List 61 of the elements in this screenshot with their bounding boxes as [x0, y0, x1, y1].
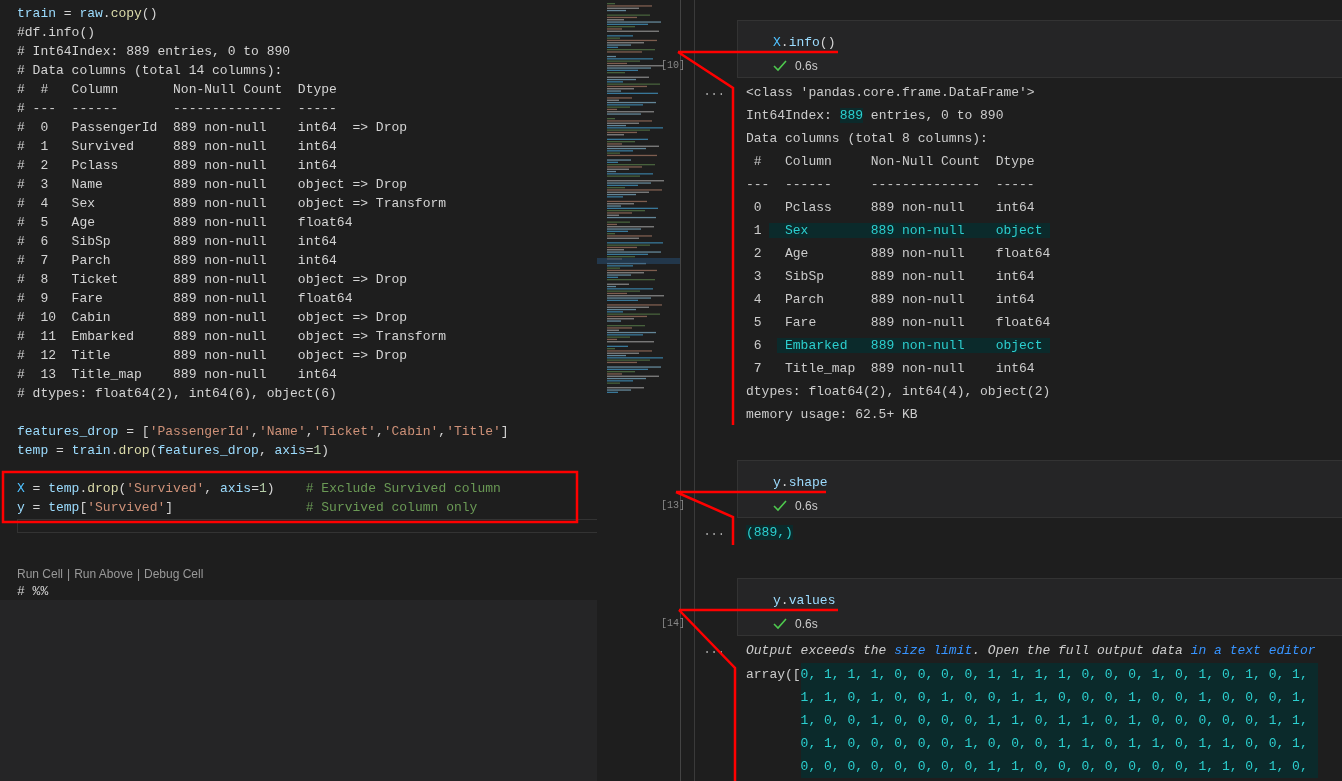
- codelens-link[interactable]: Debug Cell: [144, 566, 204, 582]
- run-duration: 0.6s: [795, 616, 818, 631]
- array-output: 0, 1, 1, 1, 0, 0, 0, 0, 1, 1, 1, 1, 0, 0, 0, 1, 0, 1, 0, 1, 0, 1, 1, 1, 0, 1, 0, 0, 1, 0, 0, 1, 1, 0, 0, 0, 1, 0, 0, 1, 0, 0, 0, 1, 1, 0, 0, 1, 0, 0, 0, 0, 1, 1, 0, 1, 1, 0, 1, 0, 0, 0, 0, 0, 1, 1, 0, 1, 0, 0, 0, 0, 0, 1, 0, 0, 0, 1, 1, 0, 1, 1, 0, 1, 1, 0, 0, 1, 0, 0, 0, 0, 0, 0, 0, 0, 1, 1, 0, 0, 0, 0, 0, 0, 0, 1, 1, 0, 1, 0,: [800, 663, 1318, 778]
- code-line: # 10 Cabin 889 non-null object => Drop: [17, 309, 409, 327]
- code-line: features_drop = ['PassengerId','Name','Ticket','Cabin','Title']: [17, 423, 510, 441]
- code-line: # 7 Parch 889 non-null int64: [17, 252, 338, 270]
- execution-count: [10]: [661, 60, 685, 71]
- cell-source: X.info(): [773, 34, 836, 52]
- code-line: # 9 Fare 889 non-null float64: [17, 290, 354, 308]
- code-line: # 11 Embarked 889 non-null object => Transform: [17, 328, 448, 346]
- codelens-link[interactable]: Run Cell: [17, 566, 64, 582]
- output-line: 5 Fare 889 non-null float64: [752, 314, 1051, 332]
- code-line: # Int64Index: 889 entries, 0 to 890: [17, 43, 292, 61]
- output-line: 4 Parch 889 non-null int64: [752, 291, 1035, 309]
- code-line: # %%: [17, 583, 50, 601]
- code-line: # 2 Pclass 889 non-null int64: [17, 157, 338, 175]
- separator: |: [136, 566, 140, 582]
- output-line: dtypes: float64(2), int64(4), object(2): [746, 383, 1051, 401]
- output-size-notice: Output exceeds the size limit. Open the full output data in a text editor: [746, 642, 1317, 660]
- output-line: <class 'pandas.core.frame.DataFrame'>: [746, 84, 1035, 102]
- output-line: Data columns (total 8 columns):: [746, 130, 988, 148]
- output-line: 2 Age 889 non-null float64: [752, 245, 1051, 263]
- output-line: 7 Title_map 889 non-null int64: [752, 360, 1035, 378]
- code-line: # 8 Ticket 889 non-null object => Drop: [17, 271, 409, 289]
- notice-link[interactable]: in a text editor: [1190, 643, 1316, 658]
- code-line: # 6 SibSp 889 non-null int64: [17, 233, 338, 251]
- output-line: 3 SibSp 889 non-null int64: [752, 268, 1035, 286]
- execution-count: [14]: [661, 618, 685, 629]
- code-line: #df.info(): [17, 24, 96, 42]
- code-line: # 0 PassengerId 889 non-null int64 => Drop: [17, 119, 409, 137]
- code-line: # 3 Name 889 non-null object => Drop: [17, 176, 409, 194]
- code-line: X = temp.drop('Survived', axis=1) # Exclude Survived column: [17, 480, 502, 498]
- codelens-link[interactable]: Run Above: [74, 566, 133, 582]
- code-line: # dtypes: float64(2), int64(6), object(6): [17, 385, 338, 403]
- code-line: # Data columns (total 14 columns):: [17, 62, 284, 80]
- code-line: # 13 Title_map 889 non-null int64: [17, 366, 338, 384]
- output-line: memory usage: 62.5+ KB: [746, 406, 918, 424]
- code-line: # 12 Title 889 non-null object => Drop: [17, 347, 409, 365]
- output-line: 0 Pclass 889 non-null int64: [752, 199, 1035, 217]
- output-menu[interactable]: ...: [695, 521, 737, 544]
- cell-source: y.values: [773, 592, 836, 610]
- separator: |: [67, 566, 71, 582]
- output-menu[interactable]: ...: [695, 81, 737, 426]
- code-line: train = raw.copy(): [17, 5, 159, 23]
- array-prefix: array([: [746, 666, 801, 684]
- code-line: # 4 Sex 889 non-null object => Transform: [17, 195, 448, 213]
- output-menu[interactable]: ...: [695, 639, 737, 778]
- run-duration: 0.6s: [795, 498, 818, 513]
- output-line: Int64Index: 889 entries, 0 to 890: [746, 107, 1004, 125]
- cell-source: y.shape: [773, 474, 828, 492]
- code-line: # # Column Non-Null Count Dtype: [17, 81, 338, 99]
- output-line: --- ------ -------------- -----: [746, 176, 1035, 194]
- run-duration: 0.6s: [795, 58, 818, 73]
- code-line: # 1 Survived 889 non-null int64: [17, 138, 338, 156]
- code-line: # --- ------ -------------- -----: [17, 100, 338, 118]
- code-line: # 5 Age 889 non-null float64: [17, 214, 354, 232]
- code-line: temp = train.drop(features_drop, axis=1): [17, 442, 331, 460]
- code-line: y = temp['Survived'] # Survived column only: [17, 499, 479, 517]
- notice-link[interactable]: size limit: [894, 643, 973, 658]
- output-line: # Column Non-Null Count Dtype: [752, 153, 1035, 171]
- execution-count: [13]: [661, 500, 685, 511]
